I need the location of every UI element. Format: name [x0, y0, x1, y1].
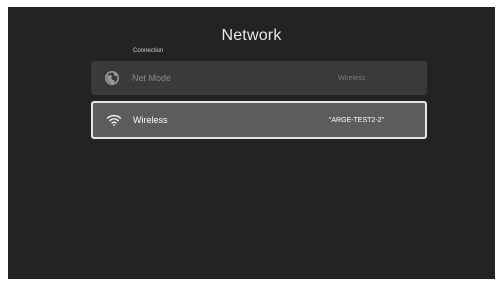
wireless-label: Wireless: [133, 115, 168, 125]
wifi-icon: [106, 112, 122, 128]
globe-icon: [104, 70, 120, 86]
net-mode-label: Net Mode: [132, 73, 172, 83]
section-label-connection: Connection: [133, 48, 164, 54]
net-mode-value: Wireless: [338, 74, 365, 82]
net-mode-row[interactable]: Net Mode Wireless: [91, 61, 427, 95]
wireless-row[interactable]: Wireless "ARGE-TEST2-2": [91, 101, 427, 139]
network-settings-screen: Network Connection Net Mode Wireless Wir…: [8, 7, 495, 279]
page-title: Network: [221, 27, 282, 44]
wireless-network-value: "ARGE-TEST2-2": [328, 116, 384, 124]
